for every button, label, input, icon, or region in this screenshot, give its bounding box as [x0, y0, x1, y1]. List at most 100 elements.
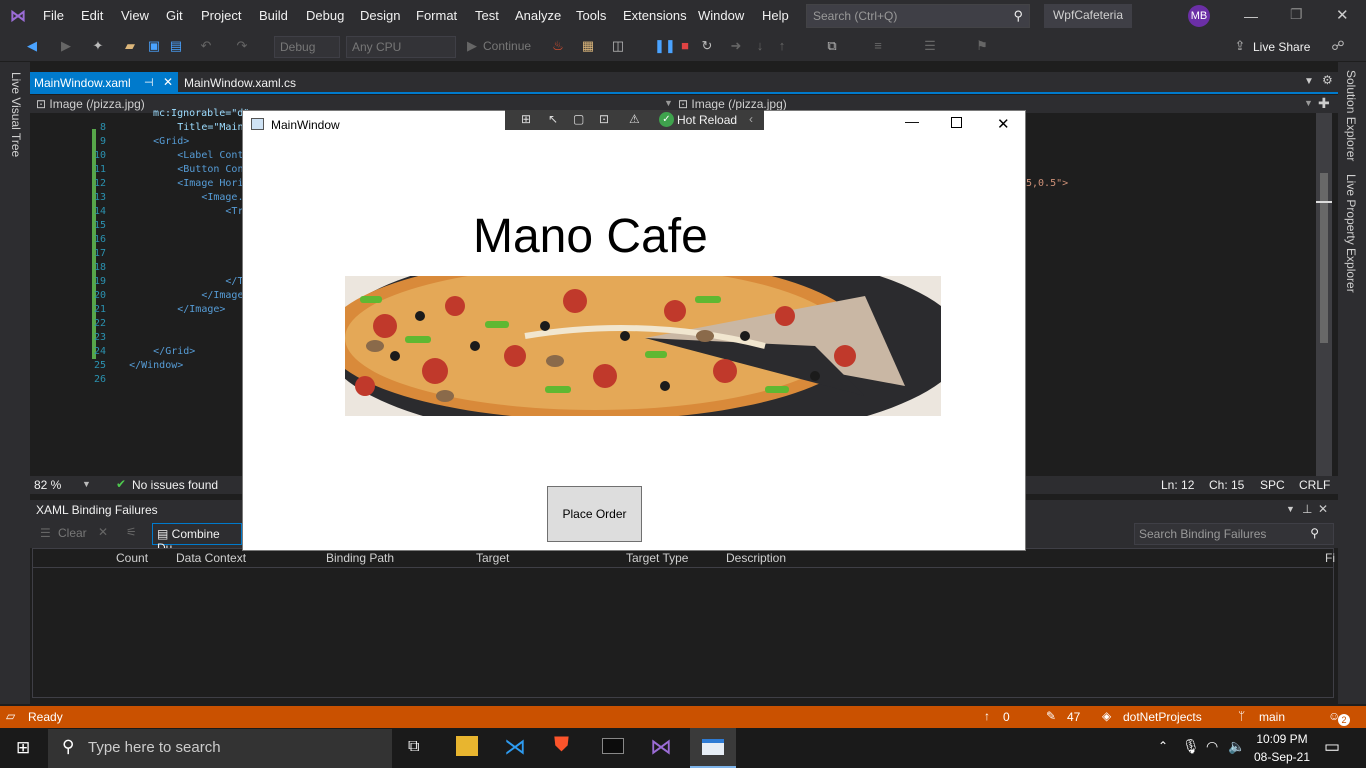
col-target-type[interactable]: Target Type	[626, 551, 688, 565]
task-view-icon[interactable]: ⧉	[408, 738, 419, 756]
undo-icon[interactable]: ↶	[198, 38, 214, 54]
panel-close-icon[interactable]: ✕	[1318, 502, 1328, 516]
menu-git[interactable]: Git	[166, 8, 183, 23]
search-input[interactable]: Search (Ctrl+Q) ⚲	[806, 4, 1030, 28]
stop-icon[interactable]: ■	[677, 38, 693, 54]
terminal-icon[interactable]	[602, 738, 624, 754]
clock-time[interactable]: 10:09 PM	[1256, 732, 1308, 746]
clock-date[interactable]: 08-Sep-21	[1252, 750, 1312, 764]
split-editor-icon[interactable]: ✚	[1318, 95, 1330, 112]
col-binding-path[interactable]: Binding Path	[326, 551, 394, 565]
collapse-toolbar-icon[interactable]: ‹	[749, 112, 753, 126]
menu-view[interactable]: View	[121, 8, 149, 23]
restore-icon[interactable]: ❐	[1290, 6, 1304, 23]
menu-analyze[interactable]: Analyze	[515, 8, 561, 23]
place-order-button[interactable]: Place Order	[547, 486, 642, 542]
select-element-icon[interactable]: ↖	[548, 112, 558, 126]
menu-extensions[interactable]: Extensions	[623, 8, 687, 23]
tray-chevron-icon[interactable]: ⌃	[1158, 739, 1168, 753]
zoom-select[interactable]: 82 %	[34, 478, 61, 492]
whitespace-indicator[interactable]: SPC	[1260, 478, 1285, 492]
go-to-live-visual-tree-icon[interactable]: ⊞	[521, 112, 531, 126]
indent-icon[interactable]: ≡	[870, 38, 886, 54]
issues-status[interactable]: No issues found	[132, 478, 218, 492]
wpf-close-icon[interactable]: ✕	[997, 115, 1010, 133]
config-select[interactable]: Debug	[274, 36, 340, 58]
wifi-icon[interactable]: ◠	[1206, 738, 1218, 755]
wpf-maximize-icon[interactable]	[951, 117, 962, 128]
restart-icon[interactable]: ↻	[699, 38, 715, 54]
clear-button[interactable]: Clear	[58, 526, 87, 540]
browser-icon[interactable]: ◫	[610, 38, 626, 54]
platform-select[interactable]: Any CPU	[346, 36, 456, 58]
menu-window[interactable]: Window	[698, 8, 744, 23]
volume-icon[interactable]: 🔈	[1228, 738, 1245, 755]
display-adorners-icon[interactable]: ▢	[573, 112, 584, 126]
taskbar-search-box[interactable]: ⚲ Type here to search	[48, 729, 392, 768]
filter-clear-icon[interactable]: ⚟	[126, 525, 137, 539]
close-icon[interactable]: ✕	[1336, 6, 1350, 24]
live-visual-tree-tab[interactable]: Live Visual Tree	[9, 72, 23, 157]
avatar[interactable]: MB	[1188, 5, 1210, 27]
forward-icon[interactable]: ▶	[58, 38, 74, 54]
panel-dropdown-icon[interactable]: ▼	[1286, 504, 1295, 514]
minimize-icon[interactable]: —	[1244, 8, 1258, 24]
menu-tools[interactable]: Tools	[576, 8, 606, 23]
redo-icon[interactable]: ↷	[234, 38, 250, 54]
feedback-icon[interactable]: ☍	[1330, 38, 1346, 54]
menu-project[interactable]: Project	[201, 8, 241, 23]
step-over-icon[interactable]: ➜	[728, 38, 744, 54]
col-target[interactable]: Target	[476, 551, 509, 565]
track-focus-icon[interactable]: ⊡	[599, 112, 609, 126]
panel-pin-icon[interactable]: ⊥	[1302, 502, 1312, 516]
windows-start-icon[interactable]: ⊞	[16, 738, 30, 758]
step-out-icon[interactable]: ↑	[774, 38, 790, 54]
close-tab-icon[interactable]: ✕	[163, 75, 173, 89]
menu-help[interactable]: Help	[762, 8, 789, 23]
brave-browser-icon[interactable]: ⛊	[554, 734, 569, 757]
new-project-icon[interactable]: ✦	[90, 38, 106, 54]
publish-up-icon[interactable]: ↑	[984, 709, 990, 723]
remove-icon[interactable]: ✕	[98, 525, 108, 539]
find-in-files-icon[interactable]: ▦	[580, 38, 596, 54]
live-share-button[interactable]: Live Share	[1253, 40, 1310, 54]
play-icon[interactable]: ▶	[464, 38, 480, 54]
editor-vertical-scrollbar[interactable]	[1316, 113, 1332, 476]
menu-debug[interactable]: Debug	[306, 8, 344, 23]
menu-file[interactable]: File	[43, 8, 64, 23]
save-all-icon[interactable]: ▤	[168, 38, 184, 54]
settings-gear-icon[interactable]: ⚙	[1322, 73, 1333, 87]
menu-format[interactable]: Format	[416, 8, 457, 23]
open-folder-icon[interactable]: ▰	[122, 38, 138, 54]
tab-list-dropdown-icon[interactable]: ▼	[1304, 76, 1314, 87]
step-into-icon[interactable]: ↓	[752, 38, 768, 54]
continue-button[interactable]: Continue	[483, 39, 531, 53]
binding-failures-icon[interactable]: ⚠	[629, 112, 640, 126]
menu-edit[interactable]: Edit	[81, 8, 103, 23]
wpf-minimize-icon[interactable]: —	[905, 113, 919, 129]
combine-duplicates-toggle[interactable]: ▤ Combine Du	[152, 523, 242, 555]
diagnostics-icon[interactable]: ⧉	[824, 38, 840, 54]
nav-left-dropdown[interactable]: ⊡ Image (/pizza.jpg)	[36, 97, 145, 111]
tab-mainwindow-xaml-cs[interactable]: MainWindow.xaml.cs	[178, 72, 318, 94]
col-description[interactable]: Description	[726, 551, 786, 565]
microphone-icon[interactable]: 🎙	[1182, 738, 1200, 755]
comment-icon[interactable]: ☰	[922, 38, 938, 54]
unpushed-count[interactable]: 0	[1003, 710, 1010, 724]
changes-count[interactable]: 47	[1067, 710, 1080, 724]
branch-name[interactable]: main	[1259, 710, 1285, 724]
binding-search-input[interactable]: Search Binding Failures ⚲	[1134, 523, 1334, 545]
wpf-app-taskbar-button[interactable]	[690, 728, 736, 768]
scroll-thumb[interactable]	[1320, 173, 1328, 343]
back-icon[interactable]: ◀	[24, 38, 40, 54]
menu-design[interactable]: Design	[360, 8, 400, 23]
hot-reload-status[interactable]: Hot Reload	[677, 113, 737, 127]
nav-right-dropdown[interactable]: ⊡ Image (/pizza.jpg)	[678, 97, 787, 111]
file-explorer-icon[interactable]	[456, 736, 478, 756]
menu-build[interactable]: Build	[259, 8, 288, 23]
col-file[interactable]: Fi	[1325, 551, 1335, 565]
visual-studio-taskbar-icon[interactable]: ⋈	[650, 734, 672, 760]
col-data-context[interactable]: Data Context	[176, 551, 246, 565]
pin-icon[interactable]: ⊣	[144, 76, 154, 89]
hot-reload-flame-icon[interactable]: ♨	[550, 38, 566, 54]
